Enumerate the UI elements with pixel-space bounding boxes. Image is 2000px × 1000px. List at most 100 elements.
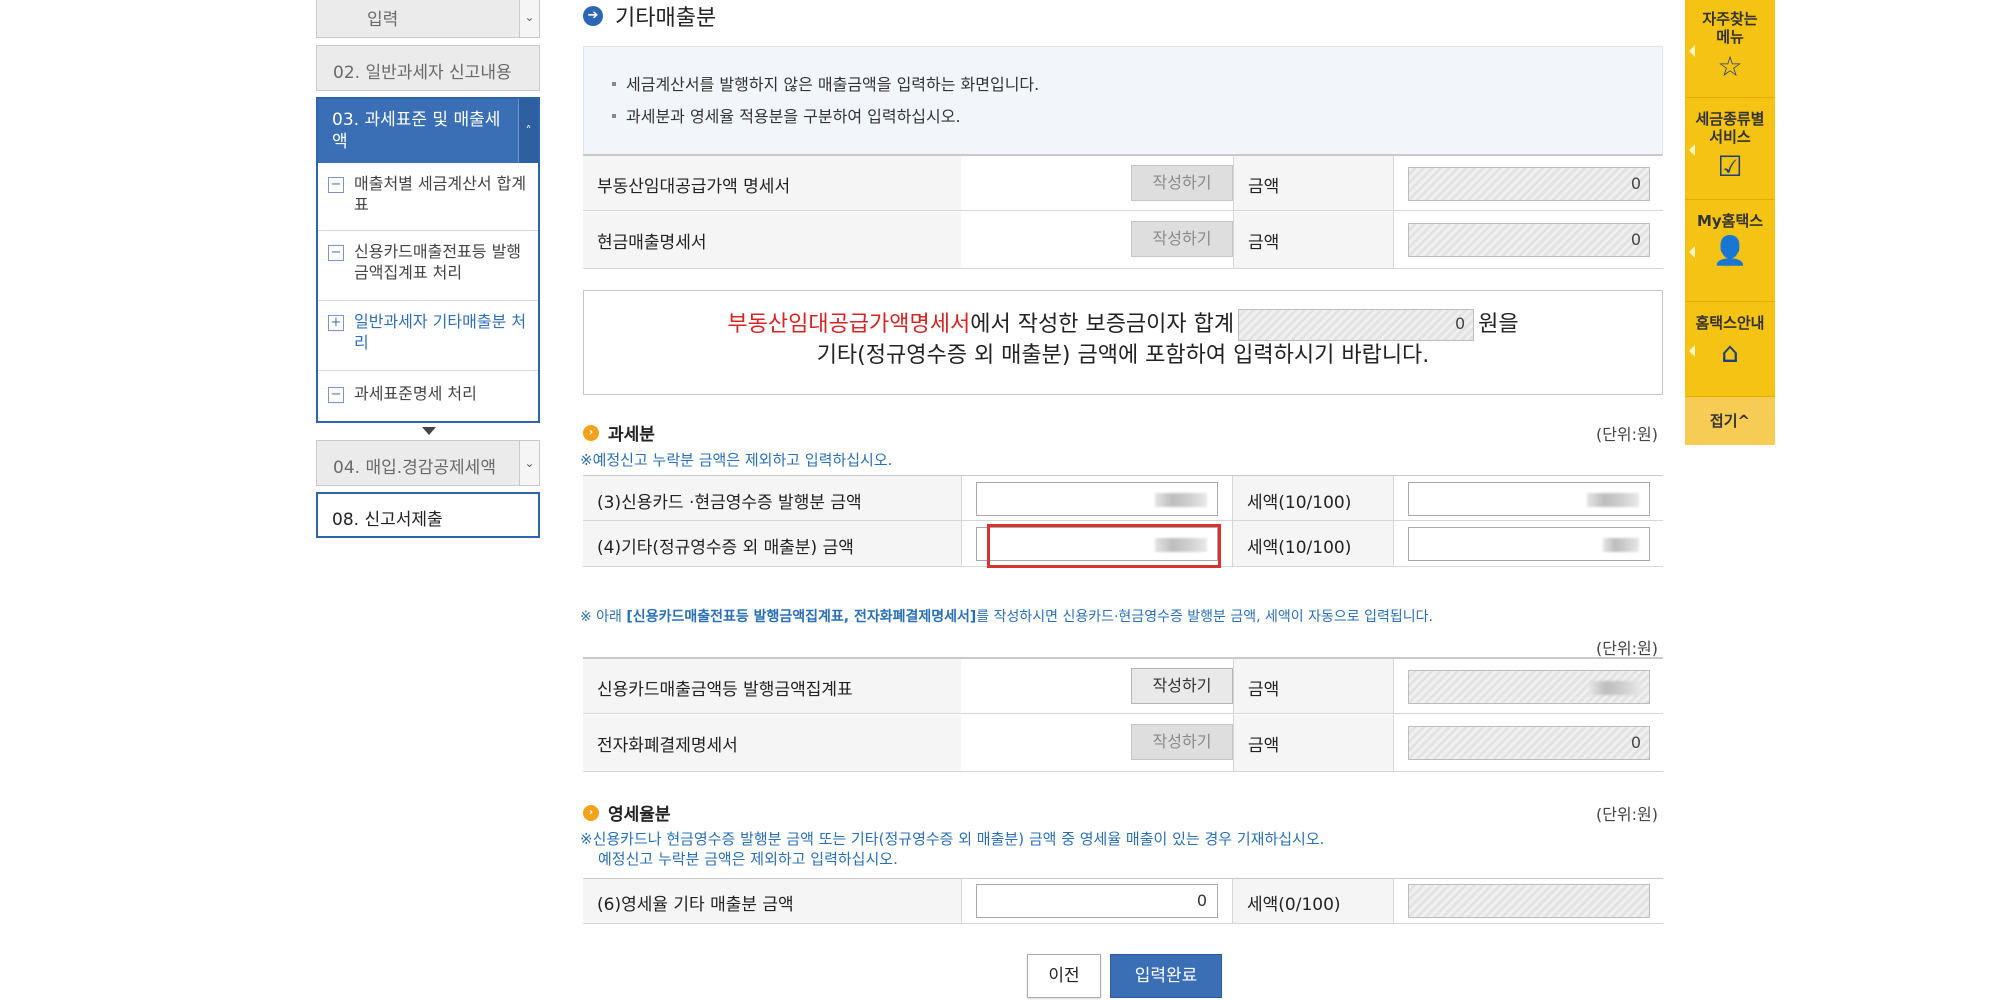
nav-item-03-panel: 03. 과세표준 및 매출세액 ˄ − 매출처별 세금계산서 합계표 − 신용카… <box>316 97 540 423</box>
minus-box-icon: − <box>328 387 344 403</box>
info-box: 세금계산서를 발행하지 않은 매출금액을 입력하는 화면입니다. 과세분과 영세… <box>583 46 1663 156</box>
zero-rate-amount-input[interactable]: 0 <box>976 884 1218 918</box>
user-icon: 👤 <box>1712 234 1748 267</box>
nav-item-02[interactable]: 02. 일반과세자 신고내용 <box>316 45 540 91</box>
quick-my-hometax[interactable]: My홈택스 👤 <box>1685 200 1775 302</box>
zero-rate-tax-field <box>1408 884 1650 918</box>
chevron-right-circle-icon: › <box>583 804 599 821</box>
amount-label: 금액 <box>1233 212 1393 268</box>
card-cash-tax-input[interactable] <box>1408 482 1650 516</box>
tax-label: 세액(0/100) <box>1233 879 1393 923</box>
nav-item-04-label: 04. 매입.경감공제세액 <box>333 458 496 478</box>
unit-label: (단위:원) <box>1595 639 1658 658</box>
quick-favorites[interactable]: 자주찾는 메뉴 ☆ <box>1685 0 1775 98</box>
quick-hometax-guide[interactable]: 홈택스안내 ⌂ <box>1685 302 1775 397</box>
chevron-down-icon[interactable]: ⌄ <box>519 0 539 37</box>
nav-subitem-tax-base[interactable]: − 과세표준명세 처리 <box>318 371 538 419</box>
bullet-icon <box>612 113 616 118</box>
write-button[interactable]: 작성하기 <box>1131 668 1233 704</box>
card-cash-amount-input[interactable] <box>976 482 1218 516</box>
row-label: (3)신용카드 ·현금영수증 발행분 금액 <box>583 476 961 520</box>
nav-item-03-label: 03. 과세표준 및 매출세액 <box>332 110 501 152</box>
home-icon: ⌂ <box>1721 336 1739 369</box>
prev-button[interactable]: 이전 <box>1027 954 1101 998</box>
notice-line2: 기타(정규영수증 외 매출분) 금액에 포함하여 입력하시기 바랍니다. <box>816 343 1430 368</box>
section-title: ➔ 기타매출분 <box>583 0 716 32</box>
arrow-left-icon <box>1689 44 1695 57</box>
chevron-down-icon[interactable]: ⌄ <box>519 441 539 485</box>
nav-subitem-label: 매출처별 세금계산서 합계표 <box>354 174 527 214</box>
amount-label: 금액 <box>1233 156 1393 210</box>
write-button[interactable]: 작성하기 <box>1131 724 1233 760</box>
bullet-icon <box>612 81 616 86</box>
auto-fill-note: ※ 아래 [신용카드매출전표등 발행금액집계표, 전자화폐결제명세서]를 작성하… <box>580 607 1433 627</box>
chevron-right-circle-icon: › <box>583 424 599 441</box>
amount-field: 0 <box>1408 167 1650 201</box>
unit-label: (단위:원) <box>1595 425 1658 444</box>
amount-field: 0 <box>1408 223 1650 257</box>
quick-tax-services[interactable]: 세금종류별 서비스 ☑ <box>1685 98 1775 200</box>
taxable-title-text: 과세분 <box>608 425 655 445</box>
row-label: 현금매출명세서 <box>583 212 961 268</box>
notice-text-a: 에서 작성한 보증금이자 합계 <box>970 312 1235 337</box>
nav-subitem-credit-card[interactable]: − 신용카드매출전표등 발행금액집계표 처리 <box>318 231 538 301</box>
quick-item-label: My홈택스 <box>1696 212 1764 230</box>
info-line: 세금계산서를 발행하지 않은 매출금액을 입력하는 화면입니다. <box>626 75 1040 94</box>
write-button[interactable]: 작성하기 <box>1131 165 1233 201</box>
quick-item-label: 홈택스안내 <box>1695 314 1765 332</box>
arrow-right-circle-icon: ➔ <box>583 6 603 26</box>
chevron-up-icon[interactable]: ˄ <box>518 99 538 163</box>
nav-item-input-label: 입력 <box>367 10 399 30</box>
info-line: 과세분과 영세율 적용분을 구분하여 입력하십시오. <box>626 107 961 126</box>
arrow-left-icon <box>1689 345 1695 358</box>
quick-item-label: 자주찾는 메뉴 <box>1702 10 1758 46</box>
nav-item-03[interactable]: 03. 과세표준 및 매출세액 ˄ <box>318 99 538 163</box>
taxable-note: ※예정신고 누락분 금액은 제외하고 입력하십시오. <box>580 451 893 469</box>
row-label: 전자화폐결제명세서 <box>583 715 961 771</box>
quick-item-label: 세금종류별 서비스 <box>1695 110 1765 146</box>
submit-button[interactable]: 입력완료 <box>1110 954 1222 998</box>
write-button[interactable]: 작성하기 <box>1131 221 1233 257</box>
deposit-interest-notice: 부동산임대공급가액명세서에서 작성한 보증금이자 합계 0 원을 기타(정규영수증 … <box>583 290 1663 395</box>
masked-value <box>1587 492 1639 507</box>
row-label: (6)영세율 기타 매출분 금액 <box>583 879 961 923</box>
auto-note-prefix: ※ 아래 <box>580 609 627 625</box>
table-row-card-summary: 신용카드매출금액등 발행금액집계표 작성하기 금액 <box>583 657 1663 714</box>
masked-value <box>1155 492 1207 507</box>
zero-rate-note-1: ※신용카드나 현금영수증 발행분 금액 또는 기타(정규영수증 외 매출분) 금… <box>580 830 1325 848</box>
checkbox-icon: ☑ <box>1717 150 1743 183</box>
other-sales-tax-input[interactable] <box>1408 527 1650 561</box>
highlight-box <box>987 524 1221 568</box>
table-row-card-cash: (3)신용카드 ·현금영수증 발행분 금액 세액(10/100) <box>583 475 1663 521</box>
nav-item-08[interactable]: 08. 신고서제출 <box>316 492 540 538</box>
auto-note-bold: [신용카드매출전표등 발행금액집계표, 전자화폐결제명세서] <box>626 609 977 625</box>
plus-box-icon: + <box>328 315 344 331</box>
nav-subitem-other-sales[interactable]: + 일반과세자 기타매출분 처리 <box>318 301 538 371</box>
deposit-interest-field: 0 <box>1238 309 1475 341</box>
zero-rate-title-text: 영세율분 <box>608 805 671 825</box>
masked-value <box>1603 537 1639 552</box>
quick-menu-bar: 자주찾는 메뉴 ☆ 세금종류별 서비스 ☑ My홈택스 👤 홈택스안내 ⌂ 접기… <box>1685 0 1775 445</box>
arrow-left-icon <box>1689 144 1695 157</box>
fold-button[interactable]: 접기^ <box>1685 397 1775 445</box>
star-icon: ☆ <box>1717 50 1743 83</box>
arrow-down-icon <box>422 427 436 435</box>
amount-label: 금액 <box>1233 659 1393 713</box>
amount-field: 0 <box>1408 726 1650 760</box>
row-label: (4)기타(정규영수증 외 매출분) 금액 <box>583 521 961 566</box>
nav-item-04[interactable]: 04. 매입.경감공제세액 ⌄ <box>316 440 540 486</box>
nav-item-02-label: 02. 일반과세자 신고내용 <box>333 63 512 83</box>
zero-rate-title: › 영세율분 <box>583 800 671 825</box>
nav-item-08-label: 08. 신고서제출 <box>332 510 443 530</box>
tax-label: 세액(10/100) <box>1233 521 1393 566</box>
minus-box-icon: − <box>328 245 344 261</box>
nav-item-input[interactable]: 입력 ⌄ <box>316 0 540 38</box>
notice-text-b: 원을 <box>1478 312 1519 337</box>
nav-subitem-label: 신용카드매출전표등 발행금액집계표 처리 <box>354 242 522 282</box>
table-row-cash-sales: 현금매출명세서 작성하기 금액 0 <box>583 212 1663 269</box>
section-title-text: 기타매출분 <box>615 6 717 31</box>
table-row-rental-statement: 부동산임대공급가액 명세서 작성하기 금액 0 <box>583 154 1663 211</box>
arrow-left-icon <box>1689 246 1695 259</box>
amount-field <box>1408 670 1650 704</box>
nav-subitem-sales-invoice[interactable]: − 매출처별 세금계산서 합계표 <box>318 163 538 231</box>
